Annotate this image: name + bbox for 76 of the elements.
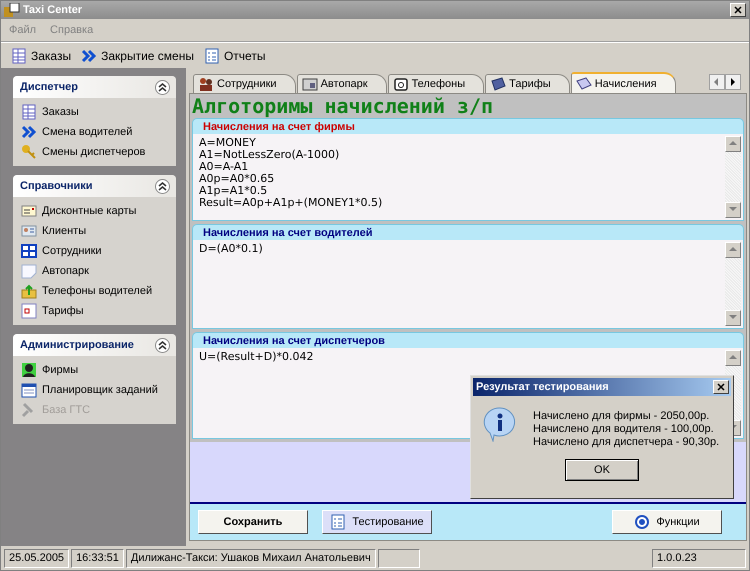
scroll-up-button[interactable] [725,136,741,152]
scroll-down-button[interactable] [725,310,741,326]
status-text: 16:33:51 [71,548,124,568]
formula-field[interactable]: D=(A0*0.1) [192,240,744,329]
contact-card-icon [21,223,37,239]
double-chevron-icon [81,48,98,64]
chevron-icon [158,82,167,92]
result-text: Начислено для водителя - 100,00р. [533,423,715,436]
collapse-button[interactable] [155,178,170,194]
card-icon [21,203,37,219]
page-heading: Алготоримы начислений з/п [191,94,494,118]
folder-arrow-icon [21,283,37,299]
action-button[interactable]: Тестирование [322,510,432,534]
toolbar-button[interactable]: Отчеты [204,48,270,64]
scroll-up-button[interactable] [725,242,741,258]
scroll-right-button[interactable] [725,74,741,90]
chevron-icon [158,182,167,190]
table-icon [11,48,27,64]
chevron-icon [158,340,167,350]
action-button[interactable]: Сохранить [198,510,308,534]
list-icon [204,48,220,64]
tab[interactable]: Автопарк [296,74,387,93]
sidebar-item[interactable]: Смена водителей [21,122,172,142]
sidebar-item[interactable]: Сотрудники [21,241,172,261]
result-text: Начислено для фирмы - 2050,00р. [533,410,710,423]
sidebar-item[interactable]: Планировщик заданий [21,380,172,400]
ok-button[interactable]: OK [565,459,639,481]
tab[interactable]: Сотрудники [193,74,296,93]
formula-field[interactable]: A=MONEY A1=NotLessZero(A-1000) A0=A-A1 A0p=A0*0.65 A1p=A1*0.5 Result=A0p+A1p+(MONEY1*0.5) [192,134,744,221]
scroll-down-button[interactable] [725,202,741,218]
dialog-title: Результат тестирования [476,381,609,393]
toolbar-button[interactable]: Заказы [11,48,76,64]
collapse-button[interactable] [155,80,170,94]
key-icon [21,144,37,160]
info-icon [483,406,517,442]
close-icon [734,6,742,14]
scroll-up-button[interactable] [725,350,741,366]
sidebar-item[interactable]: Автопарк [21,261,172,281]
section-title: Начисления на счет водителей [203,226,373,238]
document-icon [21,263,37,279]
app-icon [4,3,20,17]
close-button[interactable] [730,3,746,17]
status-text: 25.05.2005 [4,548,70,568]
person-icon [21,362,37,378]
panel-title: Диспетчер [20,81,78,93]
phone-icon [392,76,409,92]
status-pane [378,548,420,568]
sidebar-item[interactable]: Дисконтные карты [21,201,172,221]
double-chevron-icon [21,124,37,140]
sidebar-item[interactable]: Телефоны водителей [21,281,172,301]
toolbar-button[interactable]: Закрытие смены [81,48,198,64]
status-text: Дилижанс-Такси: Ушаков Михаил Анатольевич [126,548,376,568]
sidebar-item[interactable]: Заказы [21,102,172,122]
status-text: 1.0.0.23 [652,548,746,568]
result-text: Начислено для диспетчера - 90,30р. [533,436,720,449]
tab[interactable]: Начисления [570,72,676,93]
section-title: Начисления на счет фирмы [203,120,355,132]
sidebar-item[interactable]: Смены диспетчеров [21,142,172,162]
tab[interactable]: Тарифы [485,74,570,93]
section-title: Начисления на счет диспетчеров [203,334,385,346]
close-icon [717,383,725,391]
table-icon [21,104,37,120]
right-arrow-icon [728,77,738,87]
photo-frame-icon [302,76,318,92]
people-icon [198,76,214,92]
sidebar-item[interactable]: Тарифы [21,301,172,321]
collapse-button[interactable] [155,338,170,352]
panel-title: Администрирование [20,339,134,351]
action-button[interactable]: Функции [612,510,722,534]
panel-title: Справочники [20,180,93,192]
tab[interactable]: Телефоны [388,74,484,93]
sidebar-item[interactable]: Фирмы [21,360,172,380]
sidebar-item[interactable]: Клиенты [21,221,172,241]
window-title: Taxi Center [23,4,84,16]
list-icon [330,514,346,530]
close-button[interactable] [713,380,729,394]
